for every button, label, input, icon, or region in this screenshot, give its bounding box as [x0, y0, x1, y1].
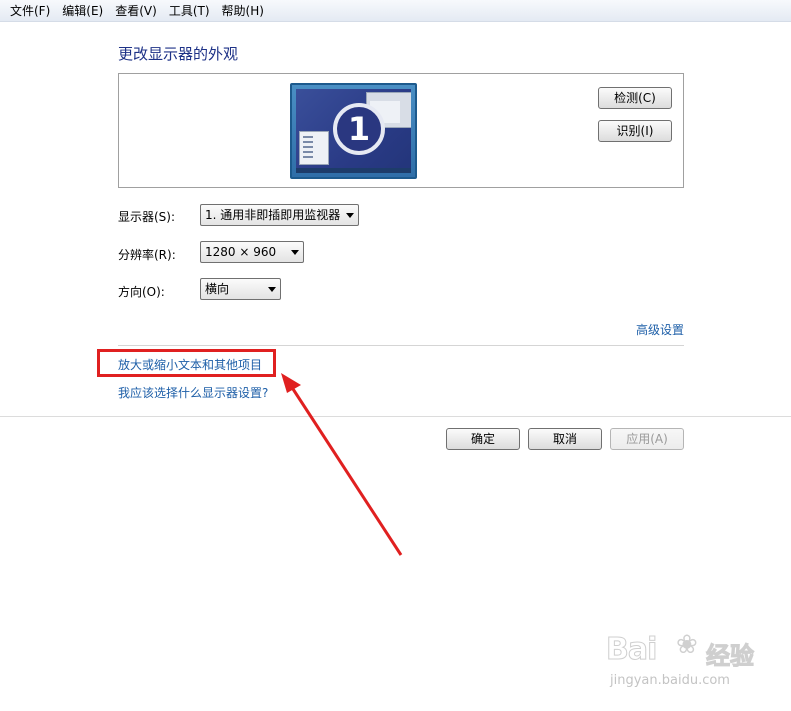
- arrow-shaft: [291, 388, 403, 556]
- watermark-brand: Bai: [605, 632, 657, 668]
- paw-icon: ❀: [676, 630, 698, 660]
- watermark-url: jingyan.baidu.com: [610, 673, 730, 688]
- watermark-brand-cn: 经验: [706, 642, 755, 671]
- annotation-arrow: [281, 373, 403, 556]
- baidu-jingyan-watermark: Bai ❀ 经验 jingyan.baidu.com: [605, 624, 756, 694]
- arrow-head: [281, 373, 301, 393]
